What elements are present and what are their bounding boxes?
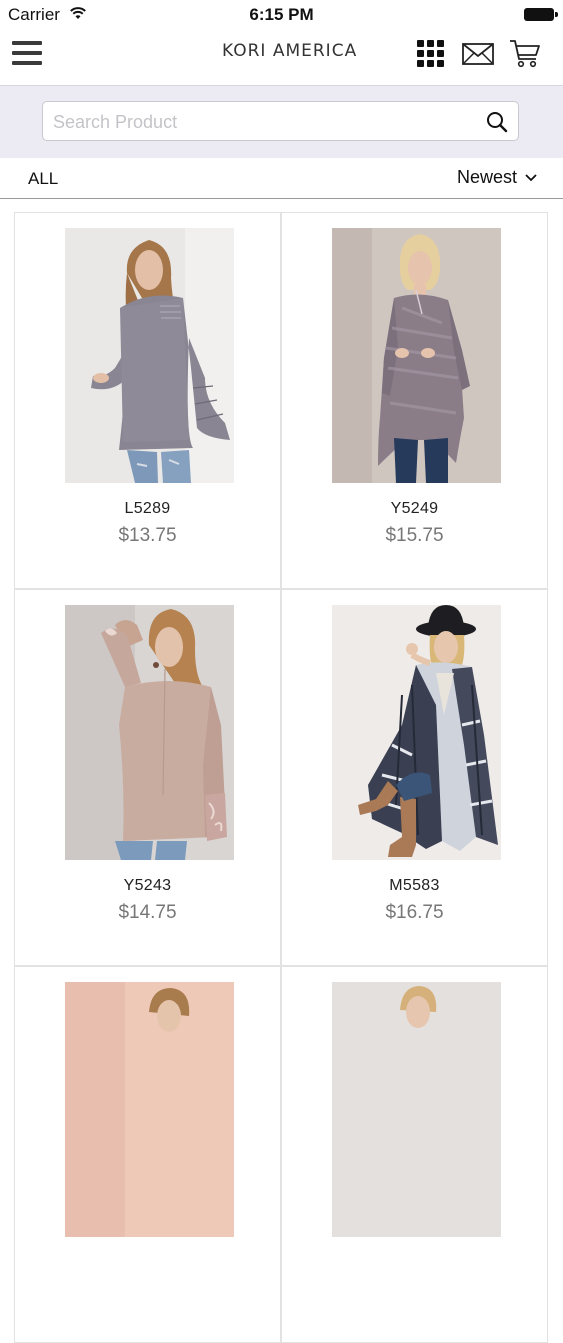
product-card[interactable]: L5289 $13.75 [14, 212, 281, 589]
product-image[interactable] [332, 605, 501, 860]
search-area [0, 86, 563, 158]
search-icon[interactable] [486, 111, 508, 133]
product-price: $14.75 [118, 902, 177, 923]
search-input[interactable] [51, 102, 475, 142]
product-card[interactable] [14, 966, 281, 1343]
product-card[interactable]: M5583 $16.75 [281, 589, 548, 966]
product-price: $15.75 [385, 525, 444, 546]
clock: 6:15 PM [249, 5, 314, 24]
product-sku: Y5249 [390, 500, 439, 517]
product-image[interactable] [332, 228, 501, 483]
chevron-down-icon [525, 174, 537, 182]
product-image[interactable] [65, 228, 234, 483]
mail-icon[interactable] [462, 43, 494, 65]
product-price: $13.75 [118, 525, 177, 546]
product-sku: Y5243 [123, 877, 172, 894]
product-card[interactable] [281, 966, 548, 1343]
product-image[interactable] [65, 605, 234, 860]
status-bar: Carrier 6:15 PM [0, 0, 563, 28]
product-image[interactable] [332, 982, 501, 1237]
category-filter[interactable]: ALL [28, 169, 58, 189]
sort-dropdown[interactable]: Newest [457, 167, 537, 188]
search-box [42, 101, 519, 142]
product-card[interactable]: Y5249 $15.75 [281, 212, 548, 589]
product-sku: L5289 [124, 500, 171, 517]
product-price: $16.75 [385, 902, 444, 923]
filter-bar: ALL Newest [0, 158, 563, 199]
brand-logo[interactable]: KORI AMERICA [222, 41, 357, 61]
grid-icon[interactable] [417, 40, 445, 68]
cart-icon[interactable] [509, 37, 541, 69]
nav-bar: KORI AMERICA [0, 28, 563, 86]
menu-icon[interactable] [12, 41, 42, 67]
sort-label: Newest [456, 167, 517, 187]
product-image[interactable] [65, 982, 234, 1237]
product-sku: M5583 [389, 877, 440, 894]
battery-icon [524, 8, 558, 21]
product-card[interactable]: Y5243 $14.75 [14, 589, 281, 966]
